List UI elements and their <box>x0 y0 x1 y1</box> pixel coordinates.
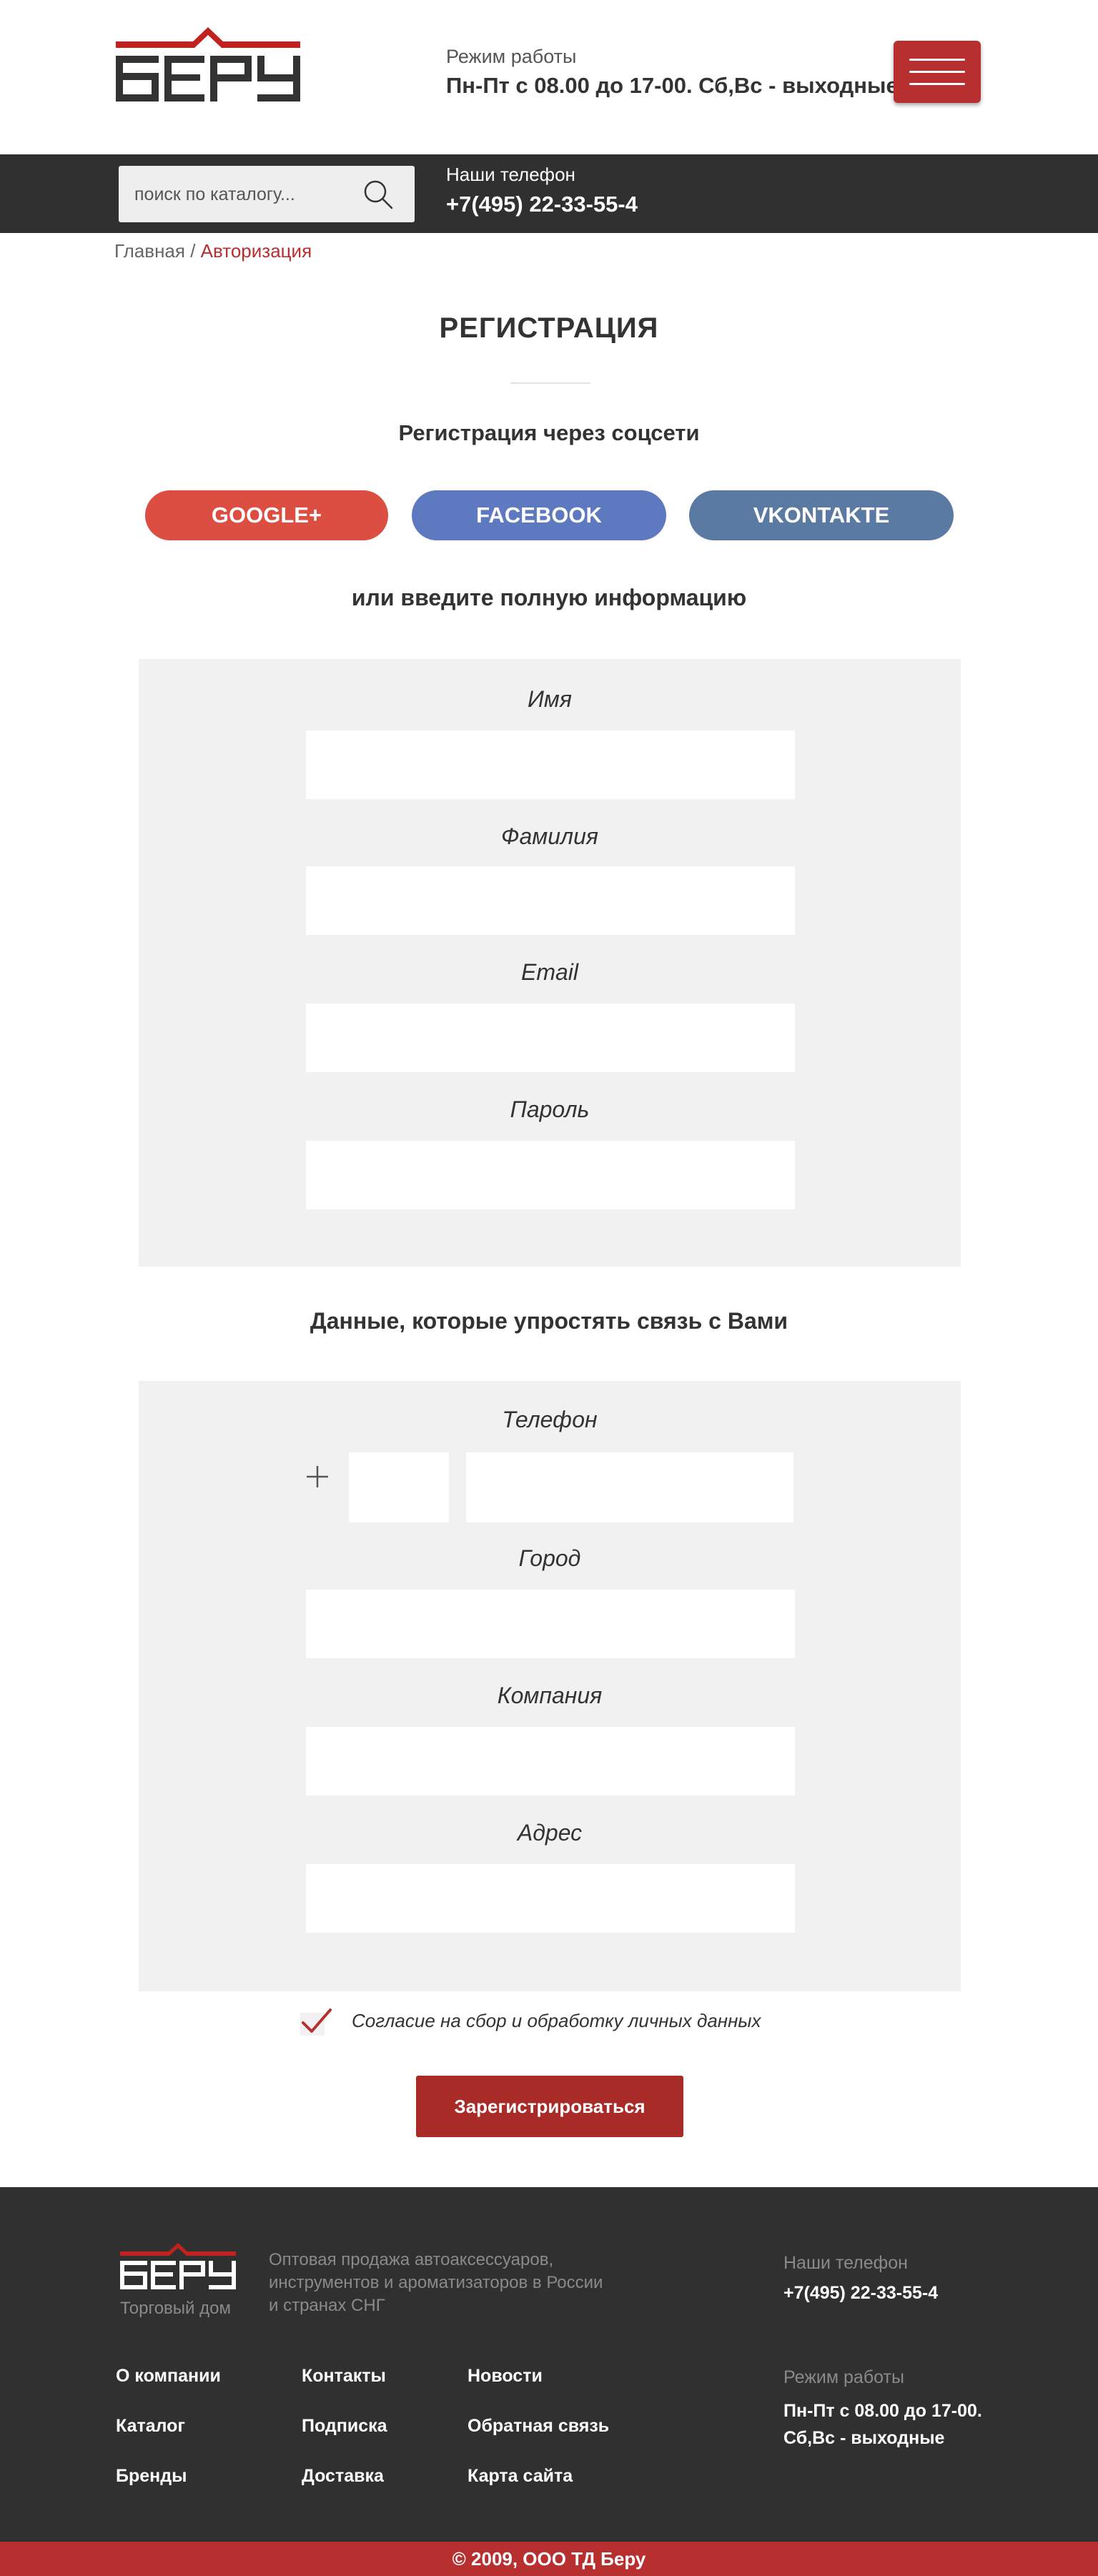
password-field[interactable] <box>306 1141 795 1209</box>
address-field[interactable] <box>306 1864 795 1933</box>
copyright: © 2009, ООО ТД Беру <box>0 2542 1098 2576</box>
footer-description: Оптовая продажа автоаксессуаров, инструм… <box>269 2250 603 2315</box>
facebook-button[interactable]: FACEBOOK <box>412 490 666 540</box>
footer-link-news[interactable]: Новости <box>468 2366 543 2387</box>
name-label: Имя <box>528 686 572 712</box>
extra-data-title: Данные, которые упростять связь с Вами <box>310 1308 788 1334</box>
password-label: Пароль <box>510 1096 590 1122</box>
google-button[interactable]: GOOGLE+ <box>145 490 388 540</box>
hamburger-line <box>909 59 965 61</box>
footer-link-catalog[interactable]: Каталог <box>116 2416 185 2437</box>
hamburger-line <box>909 83 965 85</box>
header-hours-label: Режим работы <box>446 46 577 67</box>
header-hours-value: Пн-Пт с 08.00 до 17-00. Сб,Вс - выходные <box>446 73 899 98</box>
footer-link-about[interactable]: О компании <box>116 2366 221 2387</box>
page-title: РЕГИСТРАЦИЯ <box>439 312 659 344</box>
title-divider <box>510 382 590 384</box>
company-label: Компания <box>497 1683 603 1708</box>
footer-phones-label: Наши телефон <box>783 2253 908 2273</box>
address-label: Адрес <box>517 1820 583 1846</box>
city-field[interactable] <box>306 1590 795 1658</box>
company-field[interactable] <box>306 1727 795 1795</box>
breadcrumb: Главная / Авторизация <box>114 240 312 262</box>
footer-logo[interactable] <box>120 2241 236 2292</box>
site-header: Режим работы Пн-Пт с 08.00 до 17-00. Сб,… <box>0 0 1098 154</box>
phone-label: Телефон <box>502 1407 598 1432</box>
or-title: или введите полную информацию <box>351 585 747 610</box>
vkontakte-button[interactable]: VKONTAKTE <box>689 490 954 540</box>
footer-hours-value: Пн-Пт с 08.00 до 17-00. Сб,Вс - выходные <box>783 2401 982 2448</box>
footer-link-sitemap[interactable]: Карта сайта <box>468 2466 573 2487</box>
breadcrumb-home[interactable]: Главная <box>114 240 185 262</box>
footer-phones-value[interactable]: +7(495) 22-33-55-4 <box>783 2283 938 2304</box>
city-label: Город <box>518 1545 581 1571</box>
footer-link-feedback[interactable]: Обратная связь <box>468 2416 609 2437</box>
surname-field[interactable] <box>306 866 795 935</box>
breadcrumb-current: Авторизация <box>200 240 312 262</box>
email-label: Email <box>520 959 578 985</box>
register-button[interactable]: Зарегистрироваться <box>416 2076 683 2137</box>
phone-code-field[interactable] <box>349 1452 449 1522</box>
consent-checkbox[interactable] <box>299 2007 333 2037</box>
phone-field[interactable] <box>466 1452 793 1522</box>
topbar-phones-value[interactable]: +7(495) 22-33-55-4 <box>446 192 638 217</box>
breadcrumb-separator: / <box>184 240 201 262</box>
footer-link-subscribe[interactable]: Подписка <box>302 2416 387 2437</box>
consent-label[interactable]: Согласие на сбор и обработку личных данн… <box>352 2010 761 2032</box>
footer-link-delivery[interactable]: Доставка <box>302 2466 384 2487</box>
site-footer <box>0 2187 1098 2542</box>
footer-link-contacts[interactable]: Контакты <box>302 2366 386 2387</box>
name-field[interactable] <box>306 730 795 799</box>
footer-link-brands[interactable]: Бренды <box>116 2466 187 2487</box>
surname-label: Фамилия <box>501 823 598 849</box>
email-field[interactable] <box>306 1004 795 1072</box>
social-title: Регистрация через соцсети <box>398 420 700 445</box>
topbar-phones-label: Наши телефон <box>446 164 575 185</box>
menu-button[interactable] <box>894 41 981 103</box>
footer-logo-subtitle: Торговый дом <box>120 2299 231 2318</box>
search-box[interactable] <box>119 166 415 222</box>
hamburger-line <box>909 71 965 73</box>
footer-hours-label: Режим работы <box>783 2367 904 2387</box>
beru-logo[interactable] <box>116 26 300 104</box>
plus-icon <box>307 1466 328 1487</box>
search-icon[interactable] <box>362 178 395 211</box>
search-input[interactable] <box>134 183 349 206</box>
